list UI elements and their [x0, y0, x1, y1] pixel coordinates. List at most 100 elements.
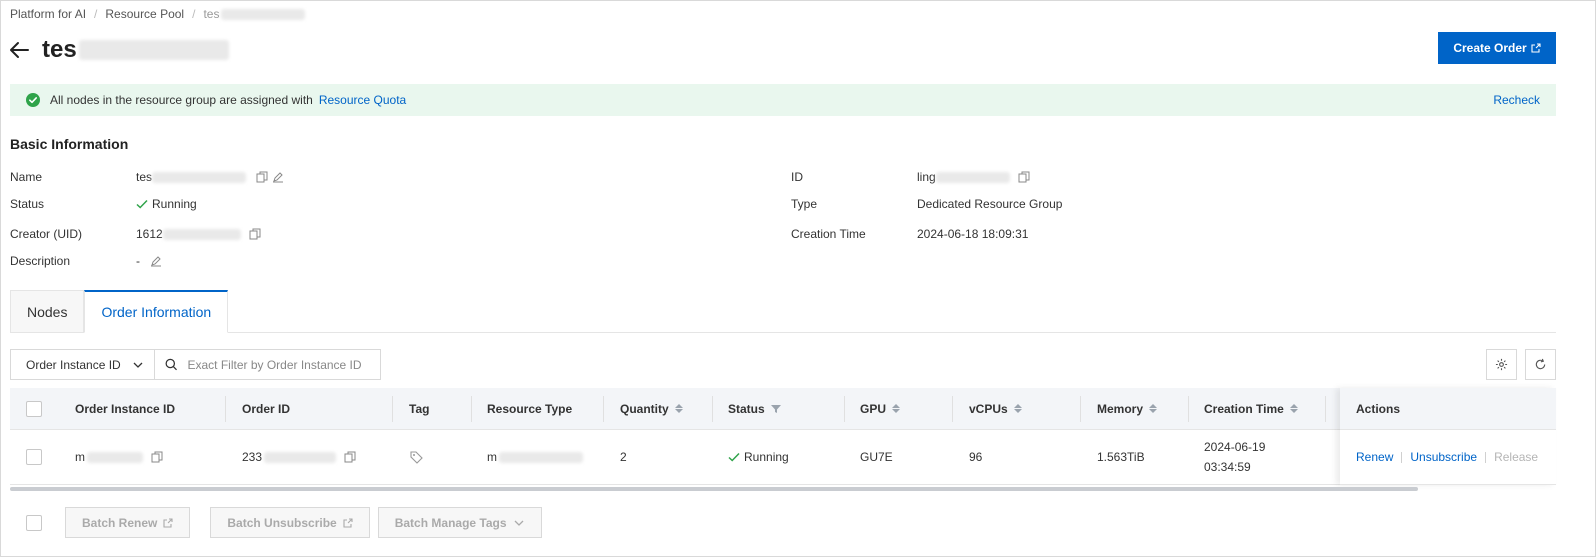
refresh-button[interactable]: [1525, 349, 1556, 380]
settings-button[interactable]: [1486, 349, 1517, 380]
success-alert: All nodes in the resource group are assi…: [10, 84, 1556, 116]
col-order-instance-id: Order Instance ID: [75, 401, 176, 416]
creation-time-cell: 2024-06-19 03:34:59: [1204, 430, 1265, 484]
horizontal-scrollbar[interactable]: [10, 487, 1418, 491]
breadcrumb-platform[interactable]: Platform for AI: [10, 7, 86, 21]
status-cell: Running: [728, 430, 789, 484]
resource-quota-link[interactable]: Resource Quota: [319, 93, 406, 107]
status-value: Running: [136, 197, 197, 211]
quantity-cell: 2: [620, 450, 627, 464]
batch-select-checkbox[interactable]: [26, 514, 42, 531]
copy-icon[interactable]: [151, 451, 163, 463]
external-link-icon: [343, 517, 353, 528]
batch-unsubscribe-label: Batch Unsubscribe: [227, 515, 337, 530]
creation-date-text: 2024-06-19: [1204, 440, 1266, 454]
column-divider: [225, 396, 226, 422]
copy-icon[interactable]: [249, 228, 261, 240]
creation-time-label: Creation Time: [791, 227, 866, 241]
check-circle-icon: [26, 93, 40, 107]
edit-icon[interactable]: [272, 171, 284, 183]
chevron-down-icon: [133, 362, 143, 368]
filter-field-value: Order Instance ID: [26, 357, 121, 372]
batch-manage-tags-label: Batch Manage Tags: [394, 515, 507, 530]
name-text: tes: [136, 170, 153, 184]
status-text: Running: [744, 450, 789, 464]
creator-value: 1612: [136, 227, 261, 241]
col-order-id: Order ID: [242, 401, 291, 416]
col-quantity[interactable]: Quantity: [620, 388, 683, 429]
col-memory-label: Memory: [1097, 401, 1144, 416]
type-value: Dedicated Resource Group: [917, 197, 1063, 211]
breadcrumb-current: tes: [203, 7, 220, 21]
col-vcpus-label: vCPUs: [969, 401, 1008, 416]
select-all-checkbox[interactable]: [26, 400, 42, 417]
copy-icon[interactable]: [256, 171, 268, 183]
sort-icon: [1013, 404, 1022, 413]
column-divider: [1080, 396, 1081, 422]
refresh-icon: [1535, 358, 1546, 370]
creator-text: 1612: [136, 227, 163, 241]
gear-icon: [1495, 358, 1508, 371]
recheck-link[interactable]: Recheck: [1493, 93, 1540, 107]
breadcrumb-resource-pool[interactable]: Resource Pool: [105, 7, 184, 21]
resource-type-text: m: [487, 450, 497, 464]
column-divider: [1325, 396, 1326, 422]
copy-icon[interactable]: [344, 451, 356, 463]
redacted-text: [499, 451, 583, 463]
column-divider: [712, 396, 713, 422]
search-input[interactable]: [187, 357, 370, 372]
creator-label: Creator (UID): [10, 227, 83, 241]
col-vcpus[interactable]: vCPUs: [969, 388, 1022, 429]
col-gpu[interactable]: GPU: [860, 388, 901, 429]
table-header: Order Instance ID Order ID Tag Resource …: [10, 388, 1556, 430]
status-text: Running: [152, 197, 197, 211]
batch-actions-bar: Batch Renew Batch Unsubscribe Batch Mana…: [10, 507, 542, 538]
gpu-cell: GU7E: [860, 450, 893, 464]
id-text: ling: [917, 170, 936, 184]
id-label: ID: [791, 170, 803, 184]
tab-order-information[interactable]: Order Information: [84, 290, 229, 333]
column-divider: [471, 396, 472, 422]
col-quantity-label: Quantity: [620, 401, 669, 416]
table-row: m 233 m 2 Running GU7E 96 1.563TiB 2024-…: [10, 430, 1556, 485]
check-icon: [136, 199, 148, 209]
description-value: -: [136, 254, 162, 268]
redacted-text: [162, 228, 241, 240]
create-order-button[interactable]: Create Order: [1438, 32, 1556, 64]
batch-renew-button[interactable]: Batch Renew: [65, 507, 191, 538]
row-select-cell: [26, 430, 42, 484]
breadcrumb-separator: /: [192, 7, 196, 21]
col-status-label: Status: [728, 401, 765, 416]
tab-bar: Nodes Order Information: [10, 290, 229, 333]
sort-icon: [892, 404, 901, 413]
type-label: Type: [791, 197, 818, 211]
batch-unsubscribe-button[interactable]: Batch Unsubscribe: [210, 507, 370, 538]
column-divider: [844, 396, 845, 422]
row-checkbox[interactable]: [26, 449, 42, 465]
col-status[interactable]: Status: [728, 388, 781, 429]
batch-manage-tags-button[interactable]: Batch Manage Tags: [377, 507, 542, 538]
order-instance-id-cell: m: [75, 430, 163, 484]
creation-time-value: 2024-06-18 18:09:31: [917, 227, 1029, 241]
column-divider: [1188, 396, 1189, 422]
col-memory[interactable]: Memory: [1097, 388, 1158, 429]
order-id-text: 233: [242, 450, 263, 464]
memory-cell: 1.563TiB: [1097, 450, 1145, 464]
back-arrow-icon[interactable]: [8, 38, 32, 62]
edit-icon[interactable]: [150, 255, 162, 267]
col-creation-time[interactable]: Creation Time: [1204, 388, 1298, 429]
external-link-icon: [163, 517, 173, 528]
column-divider: [603, 396, 604, 422]
filter-field-select[interactable]: Order Instance ID: [11, 350, 155, 379]
tab-nodes[interactable]: Nodes: [10, 290, 85, 333]
actions-column-shadow: [1340, 388, 1556, 485]
redacted-text: [87, 451, 143, 463]
tag-icon[interactable]: [410, 450, 423, 464]
sort-icon: [674, 404, 683, 413]
batch-renew-label: Batch Renew: [82, 515, 158, 530]
id-value: ling: [917, 170, 1030, 184]
copy-icon[interactable]: [1018, 171, 1030, 183]
name-value: tes: [136, 170, 284, 184]
filter-icon: [770, 404, 781, 413]
col-tag: Tag: [409, 401, 430, 416]
